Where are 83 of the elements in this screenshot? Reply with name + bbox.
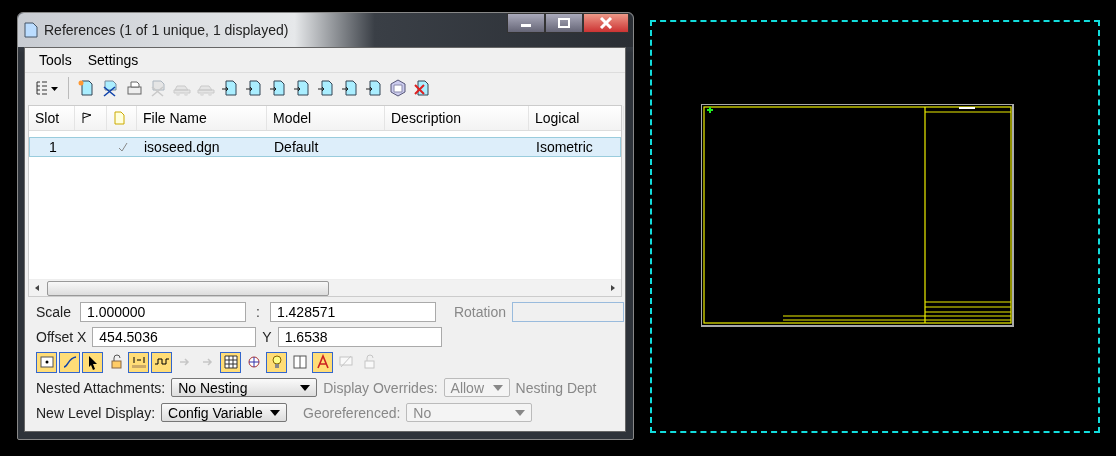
nesting-dropdown[interactable]: No Nesting (171, 378, 318, 397)
table-cell-text: 1 (48, 139, 58, 155)
book-icon (291, 354, 308, 370)
level-display-dropdown[interactable]: Config Variable (161, 403, 288, 422)
grid-icon (222, 354, 239, 370)
curve-icon (61, 354, 78, 370)
document-icon (221, 79, 239, 97)
document-icon (77, 79, 95, 97)
document-icon (413, 79, 431, 97)
minimize-button[interactable] (507, 13, 545, 33)
view-icon (38, 354, 55, 370)
document-icon (24, 22, 38, 38)
column-header[interactable]: File Name (137, 106, 267, 130)
toggle-button[interactable] (220, 351, 241, 373)
field-label: Rotation (453, 303, 507, 320)
tree-dropdown[interactable] (33, 78, 61, 98)
toggle-button[interactable] (312, 351, 333, 373)
document-icon (269, 79, 287, 97)
toggle-button[interactable] (82, 351, 103, 373)
cube-icon (389, 79, 407, 97)
left-arrow-icon (33, 284, 41, 292)
offset-y-field[interactable]: 1.6538 (277, 326, 442, 347)
menu-item[interactable]: Tools (39, 52, 72, 68)
tree-icon (34, 79, 60, 97)
column-header[interactable]: Logical (529, 106, 624, 130)
table-cell-text: Isometric (535, 139, 594, 155)
caret-icon (515, 409, 526, 416)
toggle-button[interactable] (266, 351, 287, 373)
close-icon (599, 17, 613, 29)
toolbar-button[interactable] (412, 78, 432, 98)
letter-icon (314, 354, 331, 370)
toggle-button[interactable] (59, 351, 80, 373)
field-label: Display Overrides: (323, 379, 438, 396)
scrollbar-thumb[interactable] (47, 280, 329, 296)
toolbar-button[interactable] (388, 78, 408, 98)
field-label: New Level Display: (36, 404, 156, 421)
maximize-icon (557, 18, 571, 28)
document-icon (113, 111, 125, 125)
column-header[interactable]: Model (267, 106, 385, 130)
toolbar-button[interactable] (124, 78, 144, 98)
document-icon (317, 79, 335, 97)
maximize-button[interactable] (545, 13, 583, 33)
window-title: References (1 of 1 unique, 1 displayed) (44, 22, 289, 38)
printer-icon (125, 79, 143, 97)
table-cell-text: isoseed.dgn (143, 139, 221, 155)
field-label: Scale (36, 303, 73, 320)
toggle-button[interactable] (36, 351, 57, 373)
caret-icon (300, 384, 311, 391)
caret-icon (270, 409, 281, 416)
menu-item[interactable]: Settings (87, 52, 139, 68)
scale-field[interactable]: 1.428571 (269, 301, 436, 322)
document-icon (341, 79, 359, 97)
toolbar-button[interactable] (364, 78, 384, 98)
close-button[interactable] (583, 13, 629, 33)
offset-x-field[interactable]: 454.5036 (92, 326, 257, 347)
toolbar-button[interactable] (316, 78, 336, 98)
caret-icon (492, 384, 503, 391)
document-icon (293, 79, 311, 97)
toolbar-button[interactable] (340, 78, 360, 98)
toolbar-button[interactable] (268, 78, 288, 98)
scale-icon (130, 354, 147, 370)
toolbar-button[interactable] (220, 78, 240, 98)
toolbar-button[interactable] (292, 78, 312, 98)
field-label: Y (262, 328, 272, 345)
table-cell-text: Default (273, 139, 320, 155)
document-icon (245, 79, 263, 97)
scale-field[interactable]: 1.000000 (80, 301, 246, 322)
document-icon (365, 79, 383, 97)
column-header[interactable]: Description (385, 106, 529, 130)
field-label: Offset X (36, 328, 87, 345)
right-arrow-icon (609, 284, 617, 292)
horizontal-scrollbar[interactable] (29, 279, 621, 296)
toggle-button[interactable] (128, 351, 149, 373)
flag-icon (81, 112, 93, 124)
field-label: Nesting Dept (515, 379, 597, 396)
table-row[interactable]: 1 isoseed.dgn Default Isometric (29, 137, 621, 157)
separator-label: : (256, 303, 260, 320)
field-label: Nested Attachments: (36, 379, 166, 396)
globe-icon (245, 354, 262, 370)
toolbar-button[interactable] (244, 78, 264, 98)
column-header[interactable]: Slot (29, 106, 75, 130)
field-label: Georeferenced: (303, 404, 401, 421)
toggle-button[interactable] (151, 351, 172, 373)
